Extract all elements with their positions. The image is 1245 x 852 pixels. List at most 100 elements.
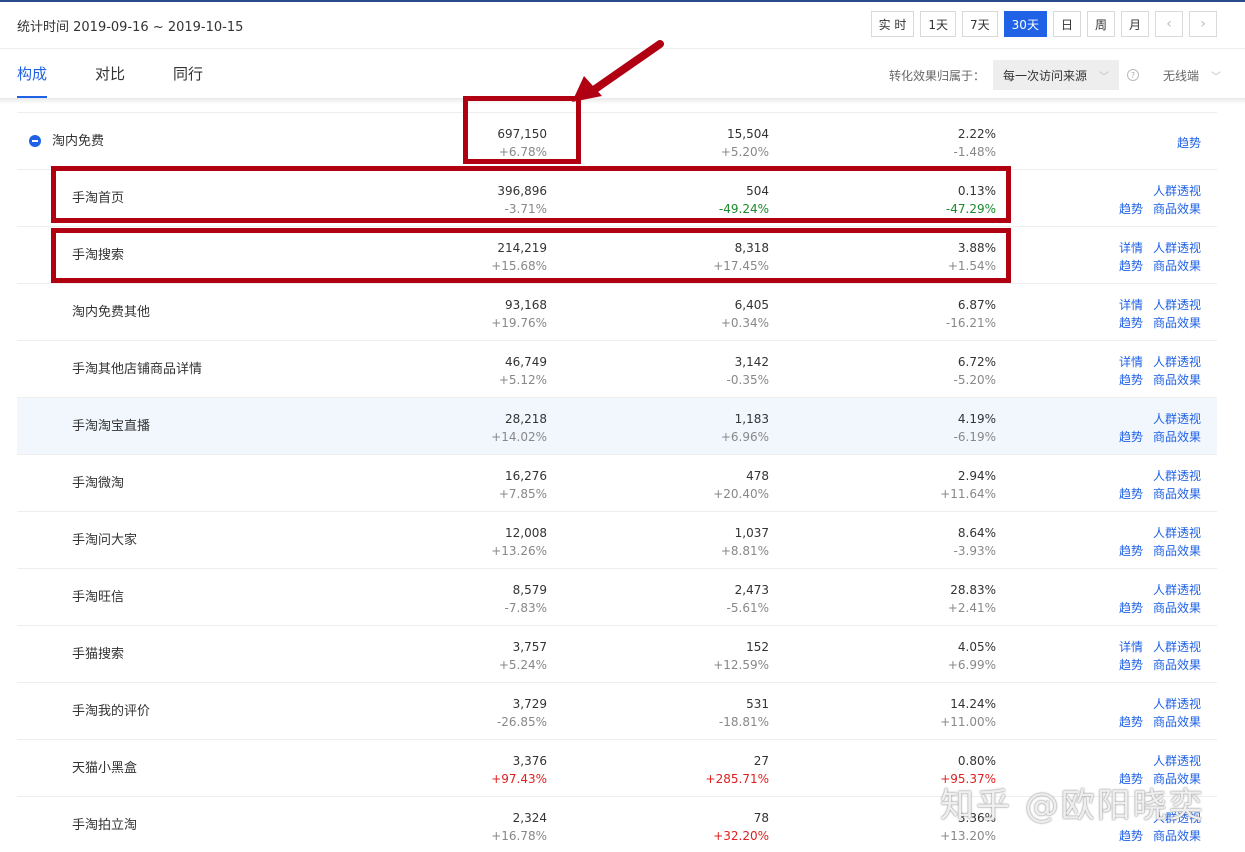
period-button-realtime[interactable]: 实 时	[870, 11, 915, 37]
row-actions: 人群透视 趋势 商品效果	[1097, 524, 1217, 560]
period-button-month[interactable]: 月	[1120, 11, 1149, 37]
metric-value: 28,218	[505, 412, 547, 426]
crowd-insight-link[interactable]: 人群透视	[1153, 353, 1201, 371]
next-period-button[interactable]: ›	[1189, 11, 1217, 37]
trend-link[interactable]: 趋势	[1119, 200, 1143, 218]
crowd-insight-link[interactable]: 人群透视	[1153, 524, 1201, 542]
table-row: 手淘其他店铺商品详情 46,749 +5.12% 3,142 -0.35% 6.…	[17, 340, 1217, 397]
crowd-insight-link[interactable]: 人群透视	[1153, 695, 1201, 713]
trend-link[interactable]: 趋势	[1119, 599, 1143, 617]
metric-cell: 0.80% +95.37%	[866, 752, 996, 788]
attribution-controls: 转化效果归属于： 每一次访问来源 ﹀ ? 无线端 ﹀	[889, 60, 1221, 90]
source-name: 手淘首页	[72, 191, 125, 206]
metric-value: 8.64%	[957, 526, 996, 540]
crowd-insight-link[interactable]: 人群透视	[1153, 296, 1201, 314]
metric-value: 93,168	[505, 298, 547, 312]
table-row: 手淘拍立淘 2,324 +16.78% 78 +32.20% 3.36% +13…	[17, 796, 1217, 852]
product-effect-link[interactable]: 商品效果	[1153, 656, 1201, 674]
help-icon[interactable]: ?	[1126, 69, 1139, 81]
trend-link[interactable]: 趋势	[1119, 428, 1143, 446]
trend-link[interactable]: 趋势	[1119, 713, 1143, 731]
detail-link[interactable]: 详情	[1119, 353, 1143, 371]
trend-link[interactable]: 趋势	[1177, 134, 1201, 152]
row-actions: 详情 人群透视 趋势 商品效果	[1097, 239, 1217, 275]
period-button-7days[interactable]: 7天	[962, 11, 998, 37]
row-actions: 人群透视 趋势 商品效果	[1097, 182, 1217, 218]
chevron-left-icon: ‹	[1166, 16, 1172, 32]
prev-period-button[interactable]: ‹	[1155, 11, 1183, 37]
trend-link[interactable]: 趋势	[1119, 770, 1143, 788]
period-button-1day[interactable]: 1天	[920, 11, 957, 37]
tab-bar: 构成 对比 同行	[17, 52, 251, 98]
collapse-icon[interactable]	[29, 135, 41, 147]
top-accent-line	[0, 0, 1245, 2]
metric-change: +0.34%	[720, 316, 769, 330]
product-effect-link[interactable]: 商品效果	[1153, 200, 1201, 218]
source-name: 淘内免费其他	[72, 305, 151, 320]
table-row: 手淘搜索 214,219 +15.68% 8,318 +17.45% 3.88%…	[17, 226, 1217, 283]
metric-change: +15.68%	[491, 259, 547, 273]
source-name: 手猫搜索	[72, 647, 125, 662]
trend-link[interactable]: 趋势	[1119, 314, 1143, 332]
product-effect-link[interactable]: 商品效果	[1153, 827, 1201, 845]
device-select[interactable]: 无线端 ﹀	[1163, 67, 1221, 84]
metric-change: +95.37%	[940, 772, 996, 786]
crowd-insight-link[interactable]: 人群透视	[1153, 467, 1201, 485]
crowd-insight-link[interactable]: 人群透视	[1153, 581, 1201, 599]
metric-value: 0.13%	[957, 184, 996, 198]
metric-value: 2.94%	[957, 469, 996, 483]
table-row: 手淘旺信 8,579 -7.83% 2,473 -5.61% 28.83% +2…	[17, 568, 1217, 625]
trend-link[interactable]: 趋势	[1119, 542, 1143, 560]
product-effect-link[interactable]: 商品效果	[1153, 428, 1201, 446]
product-effect-link[interactable]: 商品效果	[1153, 257, 1201, 275]
metric-value: 3.36%	[957, 811, 996, 825]
product-effect-link[interactable]: 商品效果	[1153, 371, 1201, 389]
source-table: 淘内免费 697,150 +6.78% 15,504 +5.20% 2.22% …	[17, 112, 1217, 852]
metric-cell: 2,473 -5.61%	[639, 581, 769, 617]
metric-change: +32.20%	[713, 829, 769, 843]
attribution-value: 每一次访问来源	[1002, 68, 1087, 83]
period-button-week[interactable]: 周	[1086, 11, 1115, 37]
tab-peers[interactable]: 同行	[173, 52, 203, 98]
metric-change: +5.20%	[720, 145, 769, 159]
metric-value: 0.80%	[957, 754, 996, 768]
metric-change: -49.24%	[718, 202, 769, 216]
trend-link[interactable]: 趋势	[1119, 371, 1143, 389]
detail-link[interactable]: 详情	[1119, 296, 1143, 314]
metric-cell: 6.87% -16.21%	[866, 296, 996, 332]
crowd-insight-link[interactable]: 人群透视	[1153, 239, 1201, 257]
header-shadow	[0, 98, 1245, 104]
tab-compare[interactable]: 对比	[95, 52, 125, 98]
metric-cell: 15,504 +5.20%	[639, 125, 769, 161]
crowd-insight-link[interactable]: 人群透视	[1153, 752, 1201, 770]
row-actions: 人群透视 趋势 商品效果	[1097, 809, 1217, 845]
metric-cell: 478 +20.40%	[639, 467, 769, 503]
crowd-insight-link[interactable]: 人群透视	[1153, 410, 1201, 428]
product-effect-link[interactable]: 商品效果	[1153, 485, 1201, 503]
row-actions: 详情 人群透视 趋势 商品效果	[1097, 296, 1217, 332]
trend-link[interactable]: 趋势	[1119, 485, 1143, 503]
tab-composition[interactable]: 构成	[17, 52, 48, 98]
crowd-insight-link[interactable]: 人群透视	[1153, 182, 1201, 200]
metric-value: 214,219	[497, 241, 547, 255]
product-effect-link[interactable]: 商品效果	[1153, 599, 1201, 617]
product-effect-link[interactable]: 商品效果	[1153, 770, 1201, 788]
metric-value: 3,142	[734, 355, 769, 369]
product-effect-link[interactable]: 商品效果	[1153, 542, 1201, 560]
attribution-select[interactable]: 每一次访问来源 ﹀	[992, 60, 1119, 90]
trend-link[interactable]: 趋势	[1119, 257, 1143, 275]
product-effect-link[interactable]: 商品效果	[1153, 713, 1201, 731]
detail-link[interactable]: 详情	[1119, 239, 1143, 257]
metric-cell: 28,218 +14.02%	[417, 410, 547, 446]
period-button-30days[interactable]: 30天	[1003, 11, 1047, 37]
crowd-insight-link[interactable]: 人群透视	[1153, 809, 1201, 827]
product-effect-link[interactable]: 商品效果	[1153, 314, 1201, 332]
trend-link[interactable]: 趋势	[1119, 827, 1143, 845]
trend-link[interactable]: 趋势	[1119, 656, 1143, 674]
crowd-insight-link[interactable]: 人群透视	[1153, 638, 1201, 656]
metric-change: +5.24%	[498, 658, 547, 672]
metric-cell: 8,318 +17.45%	[639, 239, 769, 275]
period-button-day[interactable]: 日	[1052, 11, 1081, 37]
detail-link[interactable]: 详情	[1119, 638, 1143, 656]
metric-cell: 12,008 +13.26%	[417, 524, 547, 560]
